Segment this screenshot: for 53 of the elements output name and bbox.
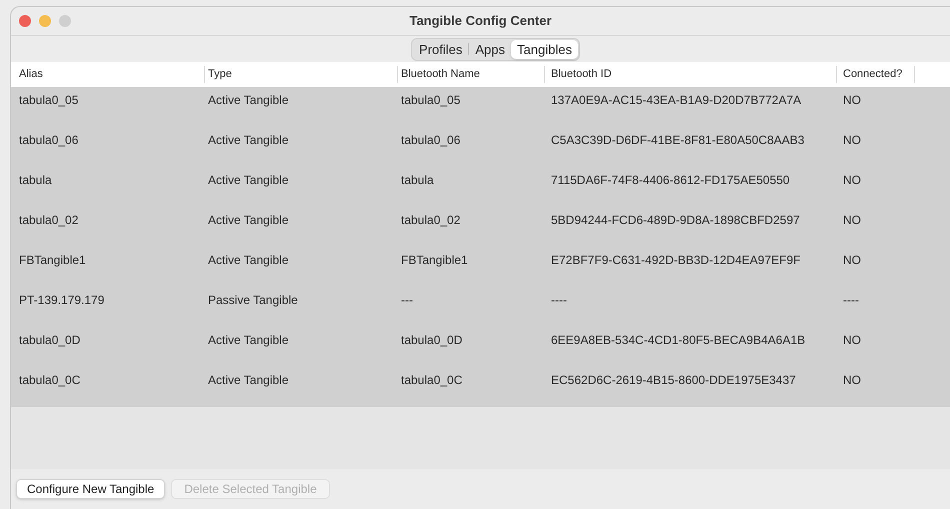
table-cell: Passive Tangible <box>208 293 298 307</box>
table-cell: Active Tangible <box>208 253 288 267</box>
column-header[interactable]: Bluetooth ID <box>551 66 612 83</box>
column-header[interactable]: Type <box>208 66 232 83</box>
column-header[interactable]: Connected? <box>843 66 902 83</box>
push-button[interactable]: Configure New Tangible <box>16 479 166 499</box>
table-cell: tabula0_0C <box>401 373 462 387</box>
table-cell: NO <box>843 373 861 387</box>
table-cell: tabula0_05 <box>19 93 78 107</box>
tab[interactable]: Tangibles <box>511 40 578 58</box>
tab[interactable]: Apps <box>469 40 512 58</box>
table-cell: FBTangible1 <box>19 253 86 267</box>
table-cell: tabula0_06 <box>401 133 460 147</box>
table-cell: tabula0_0C <box>19 373 80 387</box>
table-cell: FBTangible1 <box>401 253 468 267</box>
table-cell: EC562D6C-2619-4B15-8600-DDE1975E3437 <box>551 373 796 387</box>
table-cell: Active Tangible <box>208 93 288 107</box>
zoom-button[interactable] <box>59 15 71 27</box>
table-cell: tabula0_0D <box>19 333 80 347</box>
table-cell: ---- <box>551 293 567 307</box>
table-cell: 6EE9A8EB-534C-4CD1-80F5-BECA9B4A6A1B <box>551 333 806 347</box>
table-cell: PT-139.179.179 <box>19 293 104 307</box>
table-cell: tabula0_02 <box>19 213 78 227</box>
table-cell: tabula0_02 <box>401 213 460 227</box>
table-cell: Active Tangible <box>208 133 288 147</box>
table-cell: NO <box>843 213 861 227</box>
table-cell: 5BD94244-FCD6-489D-9D8A-1898CBFD2597 <box>551 213 800 227</box>
table-cell: tabula0_0D <box>401 333 462 347</box>
table-cell: --- <box>401 293 413 307</box>
table-cell: Active Tangible <box>208 213 288 227</box>
table-cell: NO <box>843 253 861 267</box>
close-button[interactable] <box>19 15 31 27</box>
table-cell: tabula <box>19 173 52 187</box>
table-cell: NO <box>843 173 861 187</box>
column-header[interactable]: Alias <box>19 66 43 83</box>
table-cell: 7115DA6F-74F8-4406-8612-FD175AE50550 <box>551 173 790 187</box>
table-cell: 137A0E9A-AC15-43EA-B1A9-D20D7B772A7A <box>551 93 802 107</box>
table-cell: C5A3C39D-D6DF-41BE-8F81-E80A50C8AAB3 <box>551 133 804 147</box>
table-cell: Active Tangible <box>208 373 288 387</box>
table-cell: Active Tangible <box>208 173 288 187</box>
table-cell: Active Tangible <box>208 333 288 347</box>
table-cell: tabula0_05 <box>401 93 460 107</box>
column-header[interactable]: Bluetooth Name <box>401 66 480 83</box>
table-cell: NO <box>843 333 861 347</box>
window-title: Tangible Config Center <box>409 13 552 28</box>
table-cell: tabula <box>401 173 434 187</box>
table-cell: ---- <box>843 293 859 307</box>
table-cell: NO <box>843 93 861 107</box>
tab[interactable]: Profiles <box>413 40 468 58</box>
table-cell: NO <box>843 133 861 147</box>
minimize-button[interactable] <box>39 15 51 27</box>
table-cell: E72BF7F9-C631-492D-BB3D-12D4EA97EF9F <box>551 253 800 267</box>
table-cell: tabula0_06 <box>19 133 78 147</box>
